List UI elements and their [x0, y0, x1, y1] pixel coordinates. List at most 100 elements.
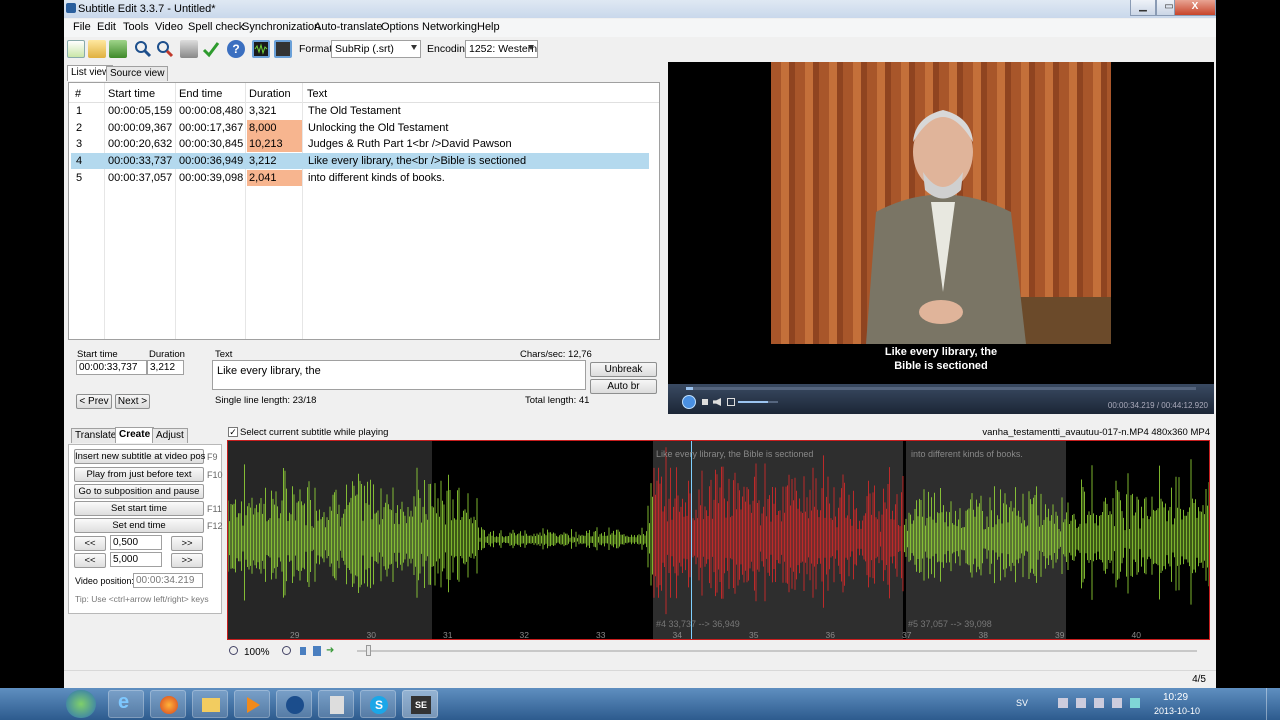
pause-icon[interactable] — [682, 395, 696, 409]
prev-button[interactable]: < Prev — [76, 394, 112, 409]
video-position-field[interactable]: 00:00:34.219 — [133, 573, 203, 588]
firefox-icon[interactable] — [150, 690, 186, 718]
subtitle-text-editor[interactable]: Like every library, the — [212, 360, 586, 390]
start-time-label: Start time — [77, 349, 118, 360]
new-file-icon[interactable] — [67, 40, 85, 58]
clock-date[interactable]: 2013-10-10 — [1154, 706, 1200, 716]
step1-field[interactable]: 0,500 — [110, 535, 162, 550]
video-toggle-icon[interactable] — [274, 40, 292, 58]
start-time-field[interactable]: 00:00:33,737 — [76, 360, 147, 375]
waveform-toggle-icon[interactable] — [252, 40, 270, 58]
zoom-level[interactable]: 100% — [244, 647, 270, 658]
menu-spell-check[interactable]: Spell check — [188, 21, 244, 33]
col-number[interactable]: # — [75, 88, 81, 100]
menu-options[interactable]: Options — [381, 21, 419, 33]
volume-slider[interactable] — [738, 401, 778, 403]
set-start-time-button[interactable]: Set start time — [74, 501, 204, 516]
select-current-checkbox[interactable]: ✓ — [228, 427, 238, 437]
time-tick-label: 34 — [672, 630, 682, 640]
menu-tools[interactable]: Tools — [123, 21, 149, 33]
waveform-zoom-slider[interactable] — [357, 650, 1197, 652]
find-icon[interactable] — [134, 40, 152, 58]
step-back-button[interactable]: << — [74, 536, 106, 551]
minimize-button[interactable]: ▁ — [1130, 0, 1156, 16]
speaker-icon[interactable] — [713, 398, 721, 406]
menu-auto-translate[interactable]: Auto-translate — [314, 21, 382, 33]
step-forward-large-button[interactable]: >> — [171, 553, 203, 568]
explorer-icon[interactable] — [192, 690, 228, 718]
tab-create[interactable]: Create — [115, 427, 155, 443]
next-button[interactable]: Next > — [115, 394, 150, 409]
menu-bar: File Edit Tools Video Spell check Synchr… — [64, 19, 1216, 37]
menu-help[interactable]: Help — [477, 21, 500, 33]
ie-icon[interactable]: e — [108, 690, 144, 718]
col-text[interactable]: Text — [307, 88, 327, 100]
table-row[interactable]: 2 00:00:09,367 00:00:17,367 Unlocking the O… — [71, 119, 649, 136]
tray-app-icon[interactable] — [1130, 698, 1140, 708]
format-select[interactable]: SubRip (.srt) — [331, 40, 421, 58]
seek-bar[interactable] — [686, 387, 1196, 390]
fix-icon[interactable] — [180, 40, 198, 58]
audio-waveform[interactable]: Like every library, the Bible is section… — [227, 440, 1210, 640]
step-back-large-button[interactable]: << — [74, 553, 106, 568]
toggle-icon[interactable] — [300, 647, 306, 655]
goto-subposition-button[interactable]: Go to subposition and pause — [74, 484, 204, 499]
table-row[interactable]: 4 00:00:33,737 00:00:36,949 Like every libr… — [71, 153, 649, 170]
table-row[interactable]: 1 00:00:05,159 00:00:08,480 The Old Testame… — [71, 103, 649, 119]
tray-signal-icon[interactable] — [1094, 698, 1104, 708]
play-before-button[interactable]: Play from just before text — [74, 467, 204, 482]
row-duration: 3,321 — [249, 105, 277, 117]
clock-time[interactable]: 10:29 — [1163, 692, 1188, 703]
menu-synchronization[interactable]: Synchronization — [242, 21, 320, 33]
menu-file[interactable]: File — [73, 21, 91, 33]
tray-flag-icon[interactable] — [1058, 698, 1068, 708]
tray-network-icon[interactable] — [1076, 698, 1086, 708]
video-player[interactable]: Like every library, the Bible is section… — [668, 62, 1214, 414]
insert-subtitle-button[interactable]: Insert new subtitle at video pos — [74, 449, 205, 464]
close-button[interactable]: X — [1174, 0, 1216, 16]
table-row[interactable]: 3 00:00:20,632 00:00:30,845 Judges & Ruth P… — [71, 136, 649, 153]
open-folder-icon[interactable] — [88, 40, 106, 58]
start-button[interactable] — [66, 690, 96, 718]
show-desktop-button[interactable] — [1266, 688, 1280, 720]
media-player-icon[interactable] — [234, 690, 270, 718]
spectrogram-icon[interactable] — [313, 646, 321, 656]
slider-thumb[interactable] — [366, 645, 371, 656]
tab-translate[interactable]: Translate — [71, 428, 121, 443]
row-text: Judges & Ruth Part 1<br />David Pawson — [308, 138, 512, 151]
table-row[interactable]: 5 00:00:37,057 00:00:39,098 into different … — [71, 169, 649, 186]
tab-adjust[interactable]: Adjust — [152, 428, 188, 443]
zoom-in-icon[interactable] — [282, 646, 291, 655]
subtitle-edit-taskbar-icon[interactable]: SE — [402, 690, 438, 718]
auto-br-button[interactable]: Auto br — [590, 379, 657, 394]
skype-icon[interactable]: S — [360, 690, 396, 718]
language-indicator[interactable]: SV — [1016, 698, 1028, 708]
fullscreen-icon[interactable] — [727, 398, 735, 406]
save-icon[interactable] — [109, 40, 127, 58]
replace-icon[interactable] — [156, 40, 174, 58]
tab-source-view[interactable]: Source view — [106, 66, 169, 81]
menu-edit[interactable]: Edit — [97, 21, 116, 33]
col-duration[interactable]: Duration — [249, 88, 291, 100]
duration-field[interactable]: 3,212 — [147, 360, 184, 375]
set-end-time-button[interactable]: Set end time — [74, 518, 204, 533]
col-end[interactable]: End time — [179, 88, 222, 100]
thunderbird-icon[interactable] — [276, 690, 312, 718]
notepad-icon[interactable] — [318, 690, 354, 718]
stop-icon[interactable] — [702, 399, 708, 405]
list-header: # Start time End time Duration Text — [69, 83, 659, 103]
menu-networking[interactable]: Networking — [422, 21, 477, 33]
row-text: into different kinds of books. — [308, 171, 445, 184]
help-icon[interactable]: ? — [227, 40, 245, 58]
video-controls: 00:00:34.219 / 00:44:12.920 — [668, 384, 1214, 414]
col-start[interactable]: Start time — [108, 88, 155, 100]
step2-field[interactable]: 5,000 — [110, 552, 162, 567]
tray-volume-icon[interactable] — [1112, 698, 1122, 708]
menu-video[interactable]: Video — [155, 21, 183, 33]
unbreak-button[interactable]: Unbreak — [590, 362, 657, 377]
zoom-out-icon[interactable] — [229, 646, 238, 655]
play-selection-icon[interactable]: ➜ — [326, 646, 336, 656]
encoding-select[interactable]: 1252: Western — [465, 40, 538, 58]
spell-check-icon[interactable] — [202, 40, 220, 58]
step-forward-button[interactable]: >> — [171, 536, 203, 551]
